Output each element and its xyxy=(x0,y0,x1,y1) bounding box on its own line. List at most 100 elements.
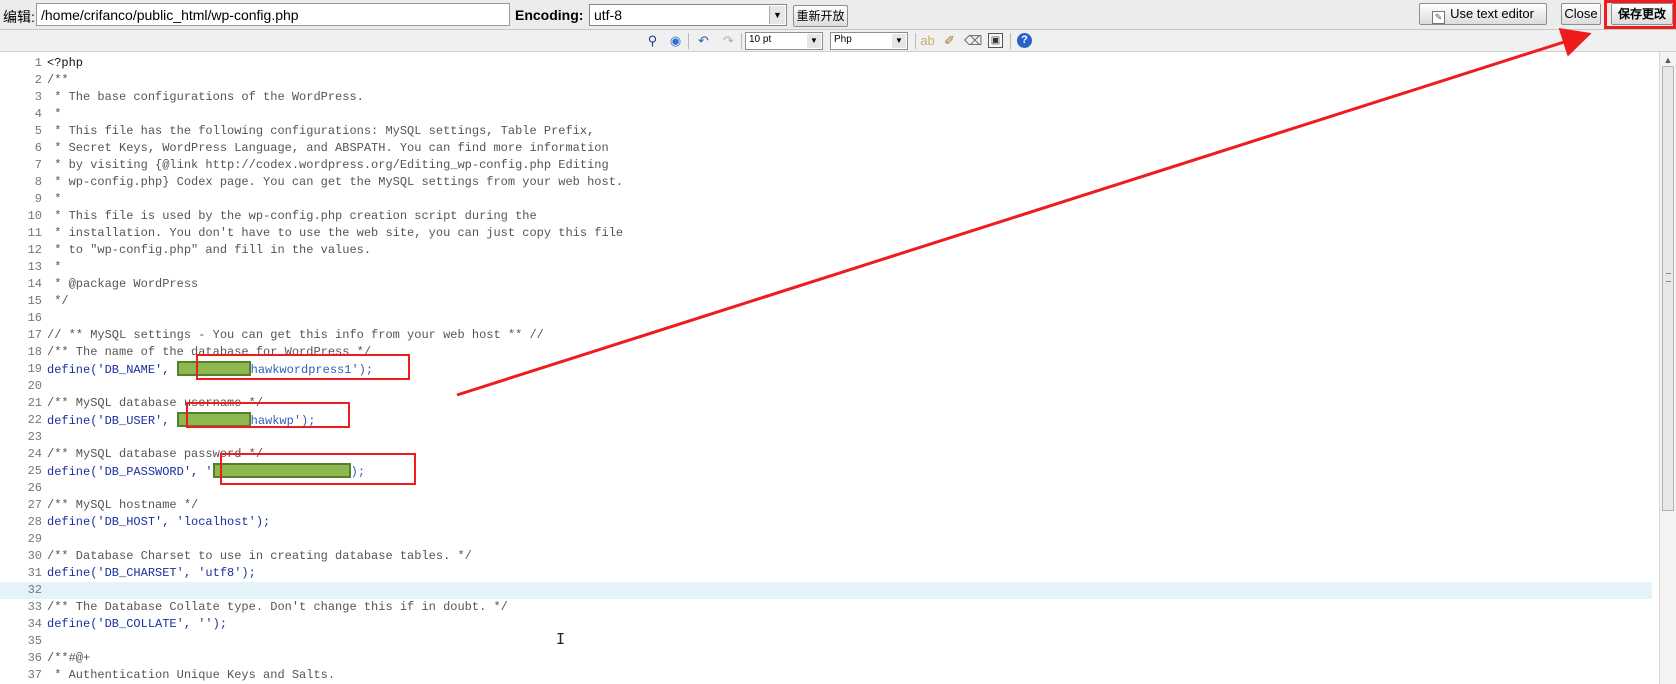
code-line[interactable]: 13 * xyxy=(0,259,1652,276)
line-number: 32 xyxy=(27,583,42,597)
line-number: 36 xyxy=(27,651,42,665)
line-number: 26 xyxy=(27,481,42,495)
find-replace-icon[interactable]: ◉ xyxy=(667,33,684,49)
find-icon[interactable]: ⚲ xyxy=(644,33,661,49)
scrollbar-thumb[interactable] xyxy=(1662,66,1674,511)
code-line[interactable]: 1 <?php xyxy=(0,55,1652,72)
code-line[interactable]: 14 * @package WordPress xyxy=(0,276,1652,293)
line-number: 7 xyxy=(34,158,42,172)
code-line[interactable]: 25 define('DB_PASSWORD', '); xyxy=(0,463,1652,480)
code-define-prefix: define('DB_USER', xyxy=(47,414,177,428)
code-line[interactable]: 29 xyxy=(0,531,1652,548)
redo-icon[interactable]: ↷ xyxy=(720,33,737,49)
code-text: define('DB_PASSWORD', '); xyxy=(47,463,365,481)
code-line[interactable]: 24 /** MySQL database password */ xyxy=(0,446,1652,463)
code-line[interactable]: 23 xyxy=(0,429,1652,446)
code-line[interactable]: 9 * xyxy=(0,191,1652,208)
reopen-button[interactable]: 重新开放 xyxy=(793,5,848,27)
vertical-scrollbar[interactable]: ▲ xyxy=(1659,52,1676,684)
code-text: /** The name of the database for WordPre… xyxy=(47,345,372,359)
line-number: 8 xyxy=(34,175,42,189)
chevron-down-icon[interactable]: ▼ xyxy=(892,34,906,48)
code-line[interactable]: 15 */ xyxy=(0,293,1652,310)
syntax-select[interactable]: Php ▼ xyxy=(830,32,908,50)
line-number: 21 xyxy=(27,396,42,410)
line-number: 33 xyxy=(27,600,42,614)
code-text: /** MySQL database username */ xyxy=(47,396,264,410)
code-line[interactable]: 11 * installation. You don't have to use… xyxy=(0,225,1652,242)
undo-icon[interactable]: ↶ xyxy=(695,33,712,49)
editor-toolbar: ⚲ ◉ ↶ ↷ 10 pt ▼ Php ▼ ab ✐ ⌫ ▣ ? xyxy=(0,30,1676,52)
code-line[interactable]: 12 * to "wp-config.php" and fill in the … xyxy=(0,242,1652,259)
help-icon[interactable]: ? xyxy=(1017,33,1032,48)
code-text: define('DB_HOST', 'localhost'); xyxy=(47,515,271,529)
code-line[interactable]: 21 /** MySQL database username */ xyxy=(0,395,1652,412)
code-line[interactable]: 26 xyxy=(0,480,1652,497)
code-text: * The base configurations of the WordPre… xyxy=(47,90,364,104)
code-text: // ** MySQL settings - You can get this … xyxy=(47,328,544,342)
code-text: * installation. You don't have to use th… xyxy=(47,226,624,240)
code-text: define('DB_COLLATE', ''); xyxy=(47,617,228,631)
code-line[interactable]: 17 // ** MySQL settings - You can get thi… xyxy=(0,327,1652,344)
font-size-select[interactable]: 10 pt ▼ xyxy=(745,32,823,50)
scrollbar-grip xyxy=(1666,273,1671,282)
file-path-field[interactable]: /home/crifanco/public_html/wp-config.php xyxy=(36,3,510,26)
code-line[interactable]: 32 xyxy=(0,582,1652,599)
code-editor[interactable]: 1 <?php 2 /** 3 * The base configurations of… xyxy=(0,52,1659,684)
code-line[interactable]: 37 * Authentication Unique Keys and Salt… xyxy=(0,667,1652,684)
code-line[interactable]: 35 xyxy=(0,633,1652,650)
code-line[interactable]: 33 /** The Database Collate type. Don't c… xyxy=(0,599,1652,616)
eraser-icon[interactable]: ⌫ xyxy=(964,33,982,49)
line-number: 24 xyxy=(27,447,42,461)
chevron-down-icon[interactable]: ▼ xyxy=(807,34,821,48)
syntax-value: Php xyxy=(834,34,852,45)
code-line[interactable]: 27 /** MySQL hostname */ xyxy=(0,497,1652,514)
code-text: /** xyxy=(47,73,69,87)
line-number: 28 xyxy=(27,515,42,529)
toolbar-separator xyxy=(741,33,742,49)
code-text: define('DB_NAME', hawkwordpress1'); xyxy=(47,361,373,379)
brush-icon[interactable]: ✐ xyxy=(941,33,958,49)
code-text: /** MySQL database password */ xyxy=(47,447,264,461)
code-line[interactable]: 5 * This file has the following configur… xyxy=(0,123,1652,140)
code-line[interactable]: 7 * by visiting {@link http://codex.word… xyxy=(0,157,1652,174)
line-number: 6 xyxy=(34,141,42,155)
save-changes-button[interactable]: 保存更改 xyxy=(1611,3,1673,25)
close-button[interactable]: Close xyxy=(1561,3,1601,25)
code-line[interactable]: 2 /** xyxy=(0,72,1652,89)
encoding-select[interactable]: utf-8 ▼ xyxy=(589,4,787,26)
code-line[interactable]: 10 * This file is used by the wp-config.… xyxy=(0,208,1652,225)
code-line[interactable]: 18 /** The name of the database for WordP… xyxy=(0,344,1652,361)
encoding-label: Encoding: xyxy=(515,7,584,23)
highlight-icon[interactable]: ab xyxy=(919,33,936,49)
code-text: define('DB_USER', hawkwp'); xyxy=(47,412,315,430)
code-line[interactable]: 36 /**#@+ xyxy=(0,650,1652,667)
code-text: /** The Database Collate type. Don't cha… xyxy=(47,600,508,614)
code-define-suffix: hawkwp'); xyxy=(250,414,316,428)
code-line[interactable]: 19 define('DB_NAME', hawkwordpress1'); xyxy=(0,361,1652,378)
code-text: * Authentication Unique Keys and Salts. xyxy=(47,668,336,682)
code-line[interactable]: 30 /** Database Charset to use in creatin… xyxy=(0,548,1652,565)
code-text: * xyxy=(47,260,62,274)
line-number: 5 xyxy=(34,124,42,138)
use-text-editor-button[interactable]: ✎ Use text editor xyxy=(1419,3,1547,25)
code-line[interactable]: 22 define('DB_USER', hawkwp'); xyxy=(0,412,1652,429)
code-line[interactable]: 6 * Secret Keys, WordPress Language, and… xyxy=(0,140,1652,157)
code-line[interactable]: 16 xyxy=(0,310,1652,327)
code-line[interactable]: 34 define('DB_COLLATE', ''); xyxy=(0,616,1652,633)
code-line[interactable]: 31 define('DB_CHARSET', 'utf8'); xyxy=(0,565,1652,582)
code-text: define('DB_CHARSET', 'utf8'); xyxy=(47,566,256,580)
line-number: 25 xyxy=(27,464,42,478)
line-number: 34 xyxy=(27,617,42,631)
fullscreen-icon[interactable]: ▣ xyxy=(988,33,1003,48)
code-define-prefix: define('DB_PASSWORD', ' xyxy=(47,465,213,479)
font-size-value: 10 pt xyxy=(749,34,772,45)
code-text: * wp-config.php} Codex page. You can get… xyxy=(47,175,624,189)
code-line[interactable]: 20 xyxy=(0,378,1652,395)
code-line[interactable]: 28 define('DB_HOST', 'localhost'); xyxy=(0,514,1652,531)
code-line[interactable]: 8 * wp-config.php} Codex page. You can g… xyxy=(0,174,1652,191)
chevron-down-icon[interactable]: ▼ xyxy=(769,6,785,24)
code-line[interactable]: 3 * The base configurations of the WordP… xyxy=(0,89,1652,106)
code-text: /** Database Charset to use in creating … xyxy=(47,549,472,563)
code-line[interactable]: 4 * xyxy=(0,106,1652,123)
